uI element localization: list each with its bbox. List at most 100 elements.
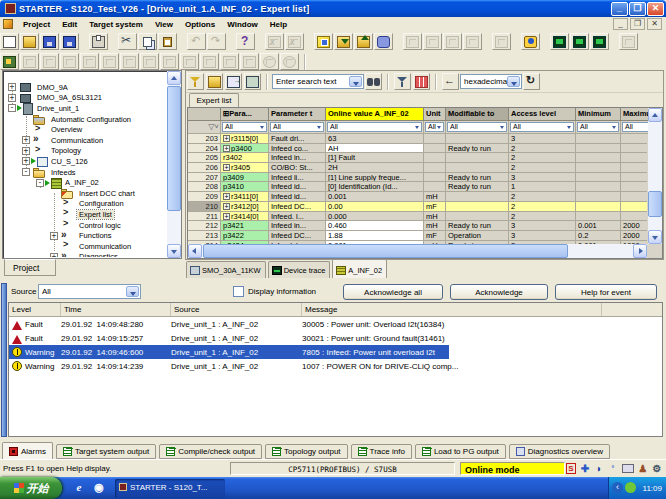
tree-item[interactable]: - A_INF_02: [4, 177, 166, 188]
col-text[interactable]: Parameter t: [269, 108, 326, 121]
col-level[interactable]: Level: [9, 303, 61, 316]
toolbar-button[interactable]: [443, 33, 462, 50]
document-tab[interactable]: Device trace: [268, 261, 331, 278]
expand-param-icon[interactable]: +: [223, 193, 230, 200]
output-tab[interactable]: Load to PG output: [415, 444, 506, 459]
toolbar-button[interactable]: [570, 33, 589, 50]
tree-expand-icon[interactable]: -: [36, 179, 44, 187]
user-status-icon[interactable]: ♟: [638, 463, 648, 474]
output-tab[interactable]: Diagnostics overview: [509, 444, 610, 459]
filter-funnel-icon[interactable]: ▽˅: [188, 121, 221, 134]
dropdown-arrow-icon[interactable]: [349, 76, 362, 87]
tree-item[interactable]: + Topology: [4, 146, 166, 157]
scroll-up-icon[interactable]: [167, 71, 181, 85]
toolbar-button[interactable]: [207, 33, 226, 50]
toolbar-button[interactable]: [492, 33, 511, 50]
toolbar-button[interactable]: [180, 53, 199, 70]
tree-item[interactable]: Communication: [4, 241, 166, 252]
toolbar-button[interactable]: [423, 33, 442, 50]
scroll-left-icon[interactable]: [188, 244, 202, 258]
toolbar-button[interactable]: [40, 33, 59, 50]
display-mode-combobox[interactable]: hexadecimal: [460, 74, 522, 89]
restore-button[interactable]: ❐: [629, 2, 646, 16]
filter-combo[interactable]: All: [425, 122, 444, 132]
toolbar-button[interactable]: [118, 33, 137, 50]
col-value[interactable]: Online value A_INF_02: [326, 108, 424, 121]
refresh-icon[interactable]: [523, 73, 540, 90]
filter-icon[interactable]: [394, 73, 411, 90]
document-tab[interactable]: SMO_30A_11KW: [186, 261, 266, 278]
source-combobox[interactable]: All: [38, 284, 141, 299]
tree-item[interactable]: + Communication: [4, 135, 166, 146]
acknowledge-button[interactable]: Acknowledge: [450, 284, 548, 300]
expand-param-icon[interactable]: +: [223, 213, 230, 220]
tree-item[interactable]: + CU_S_126: [4, 156, 166, 167]
tree-expand-icon[interactable]: +: [8, 94, 16, 102]
menu-item[interactable]: Options: [179, 19, 221, 30]
col-param[interactable]: ⊞Para...: [221, 108, 269, 121]
toolbar-button[interactable]: [160, 53, 179, 70]
ie-quicklaunch-icon[interactable]: e: [72, 480, 86, 494]
grid-vscrollbar[interactable]: [648, 108, 662, 244]
output-tab[interactable]: Topology output: [265, 444, 348, 459]
toolbar-button[interactable]: [89, 33, 108, 50]
toolbar-button[interactable]: [463, 33, 482, 50]
tree-expand-icon[interactable]: +: [22, 136, 30, 144]
panel-drag-handle[interactable]: [1, 283, 7, 437]
menu-item[interactable]: Project: [17, 19, 56, 30]
tools-icon[interactable]: ⚙: [652, 463, 662, 474]
tree-item[interactable]: - Infeeds: [4, 167, 166, 178]
parameter-row[interactable]: 213 +p3422 Infeed DC... 1.88 mF Operatio…: [188, 231, 647, 241]
document-tab[interactable]: A_INF_02: [332, 259, 387, 278]
tree-expand-icon[interactable]: -: [8, 104, 16, 112]
toolbar-button[interactable]: [80, 53, 99, 70]
filter-toolbar-icon[interactable]: [187, 73, 204, 90]
toolbar-button[interactable]: [521, 33, 540, 50]
parameter-row[interactable]: 204 +p3400 Infeed co... AH Ready to run …: [188, 144, 647, 154]
expand-param-icon[interactable]: +: [223, 145, 230, 152]
parameter-row[interactable]: 208 +p3410 Infeed id... [0] Identificati…: [188, 182, 647, 192]
language-icon[interactable]: ✚: [580, 463, 590, 474]
toolbar-button[interactable]: [590, 33, 609, 50]
output-tab[interactable]: Alarms: [2, 442, 53, 460]
expand-param-icon[interactable]: +: [223, 135, 230, 142]
tree-item[interactable]: + Diagnostics: [4, 252, 166, 258]
tree-item[interactable]: Control logic: [4, 220, 166, 231]
toolbar-button[interactable]: [280, 53, 299, 70]
col-message[interactable]: Message: [302, 303, 602, 316]
output-tab[interactable]: Compile/check output: [159, 444, 262, 459]
filter-combo[interactable]: All: [577, 122, 619, 132]
toolbar-button[interactable]: [0, 53, 19, 70]
minimize-button[interactable]: _: [611, 2, 628, 16]
tree-expand-icon[interactable]: +: [22, 157, 30, 165]
ime-icon[interactable]: S: [566, 463, 576, 474]
toolbar-button[interactable]: [0, 33, 19, 50]
help-for-event-button[interactable]: Help for event: [555, 284, 657, 300]
project-tab[interactable]: Project: [4, 259, 56, 276]
dropdown-arrow-icon[interactable]: [126, 286, 139, 297]
tree-expand-icon[interactable]: +: [8, 83, 16, 91]
toolbar-button[interactable]: [354, 33, 373, 50]
tree-item[interactable]: Overview: [4, 124, 166, 135]
scroll-down-icon[interactable]: [648, 230, 662, 244]
filter-combo[interactable]: All: [447, 122, 507, 132]
menu-item[interactable]: Edit: [56, 19, 83, 30]
toolbar-button[interactable]: [334, 33, 353, 50]
alarm-row[interactable]: Fault 29.01.92 14:09:48:280 Drive_unit_1…: [9, 317, 662, 331]
toolbar-button[interactable]: [285, 33, 304, 50]
acknowledge-all-button[interactable]: Acknowledge all: [343, 284, 443, 300]
toolbar-button[interactable]: [20, 33, 39, 50]
toolbar-button[interactable]: [260, 53, 279, 70]
alarm-row[interactable]: Warning 29.01.92 14:09:14:239 Drive_unit…: [9, 359, 662, 373]
toolbar-button[interactable]: [158, 33, 177, 50]
toolbar-button[interactable]: [550, 33, 569, 50]
parameter-row[interactable]: 207 +p3409 Infeed li... [1] Line supply …: [188, 173, 647, 183]
toolbar-button[interactable]: [240, 53, 259, 70]
toolbar-button[interactable]: [60, 53, 79, 70]
tree-item[interactable]: + DMO_9A_6SL3121: [4, 93, 166, 104]
scroll-down-icon[interactable]: [167, 244, 181, 258]
parameter-row[interactable]: 206 +r3405 CO/BO: St... 2H 2: [188, 163, 647, 173]
tree-item[interactable]: Automatic Configuration: [4, 114, 166, 125]
col-time[interactable]: Time: [61, 303, 171, 316]
toolbar-button[interactable]: [120, 53, 139, 70]
